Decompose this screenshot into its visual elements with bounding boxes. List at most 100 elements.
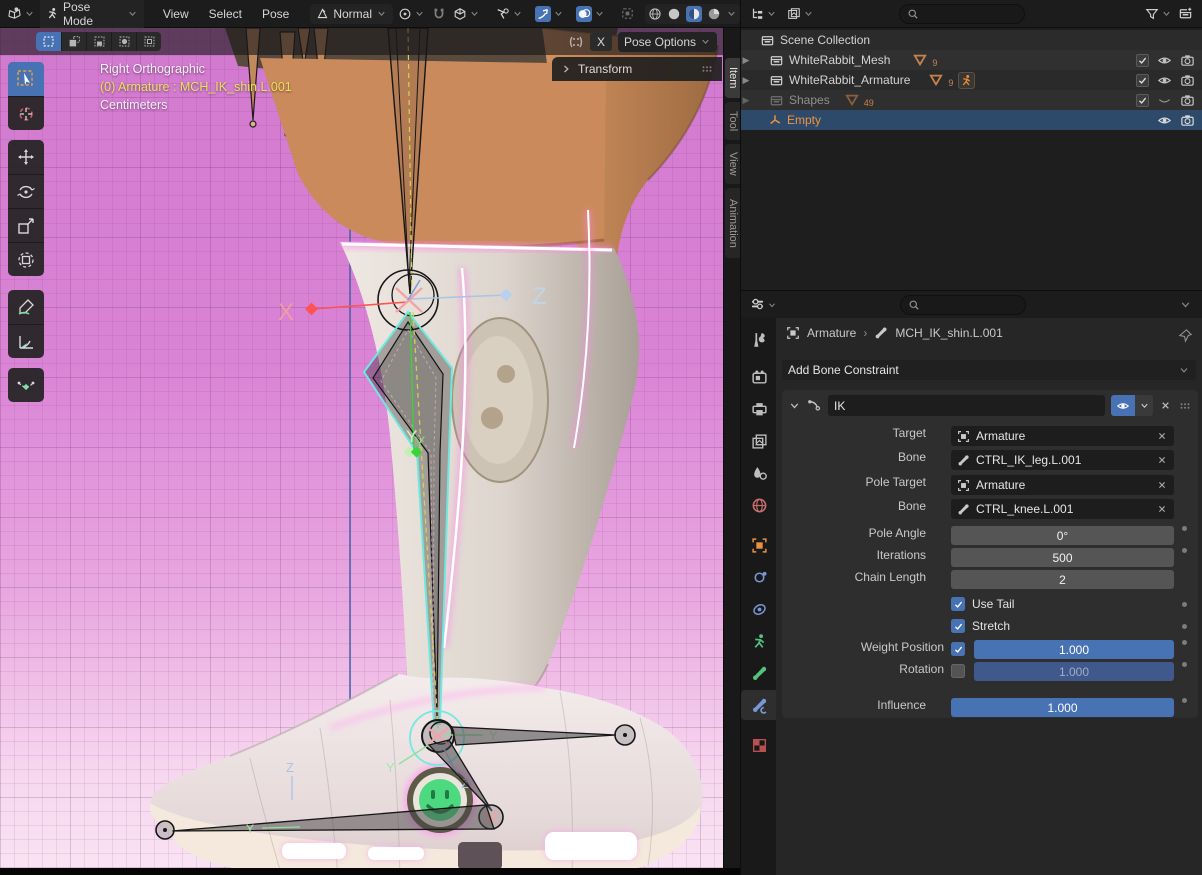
breadcrumb-bone[interactable]: MCH_IK_shin.L.001 [895, 326, 1002, 340]
move-tool[interactable] [8, 140, 44, 174]
outliner-filter-dropdown[interactable] [1142, 5, 1175, 23]
render-camera-icon[interactable] [1180, 53, 1195, 68]
render-camera-icon[interactable] [1180, 73, 1195, 88]
iterations-field[interactable]: 500 [951, 548, 1174, 567]
outliner-display-mode-dropdown[interactable] [747, 5, 780, 23]
breadcrumb-object[interactable]: Armature [807, 326, 856, 340]
tab-scene-properties[interactable] [741, 458, 777, 488]
scale-tool[interactable] [8, 208, 44, 242]
viewport-3d[interactable]: X Z Y Y [0, 28, 723, 868]
pole-target-field[interactable]: Armature [951, 475, 1174, 495]
tab-item[interactable]: Item [725, 58, 741, 98]
overlays-dropdown[interactable] [573, 4, 608, 24]
hide-eye-icon[interactable] [1157, 113, 1172, 128]
tab-tool[interactable]: Tool [725, 102, 741, 140]
animate-decorator[interactable] [1182, 640, 1187, 645]
rotation-slider[interactable]: 1.000 [974, 662, 1174, 681]
clear-x-icon[interactable] [1156, 454, 1168, 466]
pin-icon[interactable] [1178, 328, 1193, 343]
select-extend-button[interactable] [61, 32, 86, 51]
use-tail-checkbox[interactable] [951, 597, 965, 611]
rotate-tool[interactable] [8, 174, 44, 208]
weight-position-checkbox[interactable] [951, 642, 965, 656]
snap-target-dropdown[interactable] [450, 5, 483, 23]
outliner-row-shapes[interactable]: ▶ Shapes 49 [741, 90, 1202, 110]
expand-arrow-icon[interactable]: ▶ [741, 55, 751, 66]
hidden-eye-closed-icon[interactable] [1157, 93, 1172, 108]
shading-wireframe-icon[interactable] [648, 7, 662, 21]
pivot-point-dropdown[interactable] [395, 5, 428, 23]
outliner-row-armature-collection[interactable]: ▶ WhiteRabbit_Armature 9 [741, 70, 1202, 90]
select-intersect-button[interactable] [136, 32, 161, 51]
select-set-button[interactable] [36, 32, 61, 51]
tab-bone-constraints-active[interactable] [741, 690, 777, 720]
outliner-row-empty-selected[interactable]: Empty [741, 110, 1202, 130]
shading-material-active[interactable] [686, 6, 702, 22]
outliner-search-input[interactable] [899, 4, 1025, 24]
bone-field[interactable]: CTRL_IK_leg.L.001 [951, 450, 1174, 470]
drag-dots-icon[interactable] [1178, 399, 1192, 413]
new-collection-button[interactable] [1175, 4, 1196, 23]
menu-view[interactable]: View [154, 4, 198, 24]
influence-slider[interactable]: 1.000 [951, 698, 1174, 717]
clear-x-icon[interactable] [1156, 430, 1168, 442]
snap-magnet-icon[interactable] [432, 7, 446, 21]
tab-object-properties[interactable] [741, 530, 777, 560]
hide-eye-icon[interactable] [1157, 53, 1172, 68]
delete-constraint-x-icon[interactable] [1159, 399, 1172, 412]
render-camera-icon[interactable] [1180, 113, 1195, 128]
outliner-row-mesh-collection[interactable]: ▶ WhiteRabbit_Mesh 9 [741, 50, 1202, 70]
add-bone-constraint-button[interactable]: Add Bone Constraint [782, 360, 1196, 380]
animate-decorator[interactable] [1182, 548, 1187, 553]
select-invert-button[interactable] [111, 32, 136, 51]
target-field[interactable]: Armature [951, 426, 1174, 446]
drag-dots-icon[interactable] [700, 62, 714, 76]
overlays-toggle[interactable] [576, 6, 592, 22]
transform-orientation-dropdown[interactable]: Normal [310, 4, 393, 24]
proportional-editing-dropdown[interactable] [493, 5, 526, 23]
animate-decorator[interactable] [1182, 624, 1187, 629]
panel-collapse-chevron-icon[interactable] [788, 399, 801, 412]
selectable-checkbox[interactable] [1136, 54, 1149, 67]
tab-physics-properties[interactable] [741, 562, 777, 592]
weight-position-slider[interactable]: 1.000 [974, 640, 1174, 659]
tab-armature-data[interactable] [741, 626, 777, 656]
menu-select[interactable]: Select [200, 4, 251, 24]
show-gizmo-dropdown[interactable] [532, 4, 567, 24]
shading-rendered-icon[interactable] [707, 7, 721, 21]
clear-x-icon[interactable] [1156, 479, 1168, 491]
transform-tool[interactable] [8, 242, 44, 276]
animate-decorator[interactable] [1182, 698, 1187, 703]
tab-bone-properties[interactable] [741, 658, 777, 688]
tab-viewlayer-properties[interactable] [741, 426, 777, 456]
rotation-checkbox[interactable] [951, 664, 965, 678]
transform-panel-header[interactable]: Transform [552, 57, 722, 81]
tab-render-properties[interactable] [741, 362, 777, 392]
cursor-tool[interactable] [8, 96, 44, 130]
tab-texture-properties[interactable] [741, 730, 777, 760]
select-subtract-button[interactable] [86, 32, 111, 51]
xray-toggle-icon[interactable] [620, 6, 635, 21]
constraint-name-field[interactable]: IK [828, 395, 1105, 416]
pole-angle-field[interactable]: 0° [951, 526, 1174, 545]
constraint-extras-chevron[interactable] [1135, 395, 1153, 416]
stretch-checkbox[interactable] [951, 619, 965, 633]
selectable-checkbox[interactable] [1136, 74, 1149, 87]
outliner-filter-id-dropdown[interactable] [784, 5, 817, 23]
mirror-x-toggle[interactable]: X [590, 33, 612, 51]
measure-tool[interactable] [8, 324, 44, 358]
animate-decorator[interactable] [1182, 662, 1187, 667]
shading-solid-icon[interactable] [667, 7, 681, 21]
tab-output-properties[interactable] [741, 394, 777, 424]
selectable-checkbox[interactable] [1136, 94, 1149, 107]
tab-tool-properties[interactable] [741, 324, 777, 354]
animate-decorator[interactable] [1182, 526, 1187, 531]
constraint-enable-eye-toggle[interactable] [1111, 395, 1135, 416]
properties-search-input[interactable] [900, 295, 1026, 315]
properties-editor-type-button[interactable] [747, 295, 780, 314]
tab-animation[interactable]: Animation [725, 188, 741, 258]
pole-bone-field[interactable]: CTRL_knee.L.001 [951, 499, 1174, 519]
editor-type-button[interactable] [4, 4, 38, 23]
select-box-tool[interactable] [8, 62, 44, 96]
properties-options-chevron-icon[interactable] [1179, 298, 1192, 311]
